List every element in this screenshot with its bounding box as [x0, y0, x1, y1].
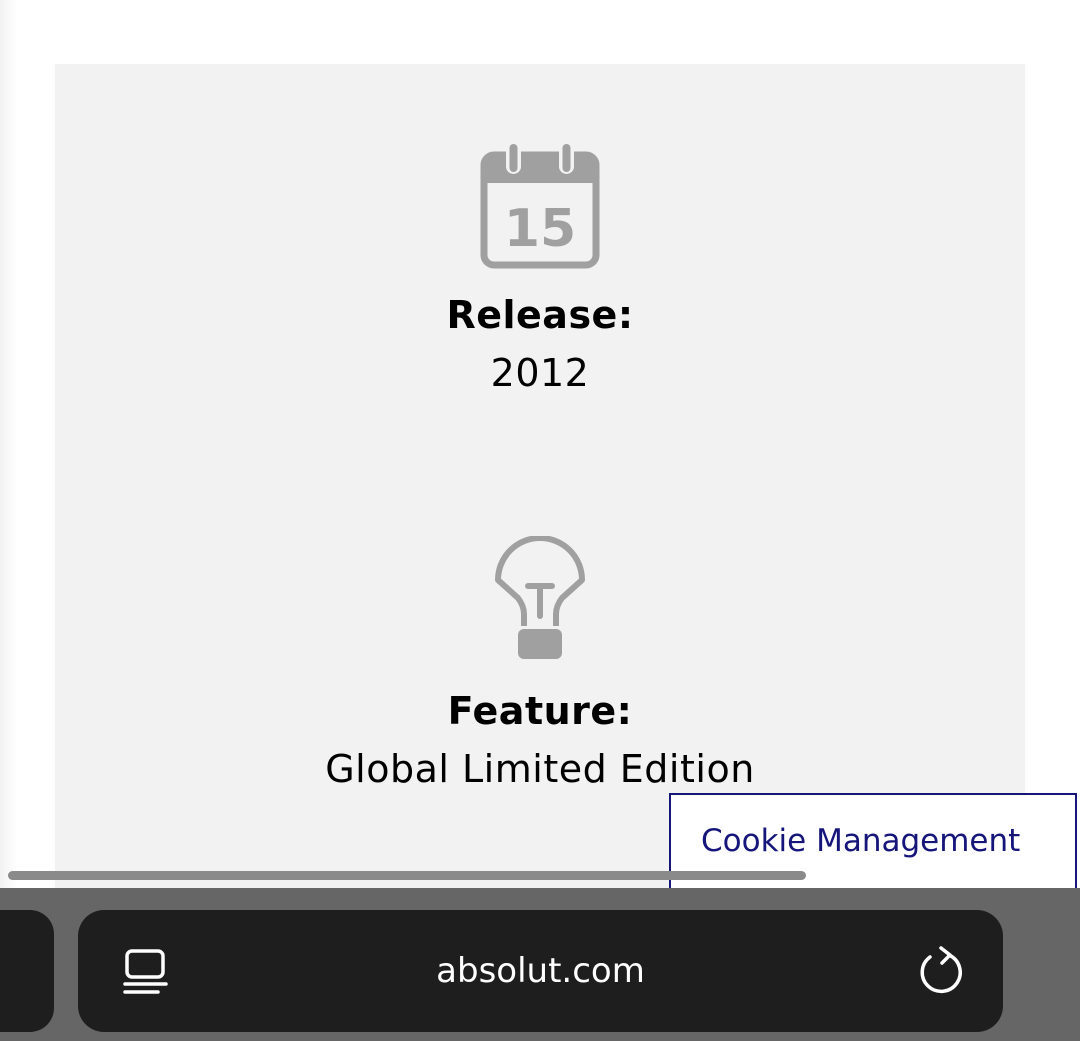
- product-info-panel: 15 Release: 2012 Feature: Global Limited…: [55, 64, 1025, 888]
- previous-tab[interactable]: [0, 910, 54, 1032]
- address-bar[interactable]: absolut.com: [78, 910, 1003, 1032]
- reload-icon[interactable]: [916, 946, 966, 998]
- browser-toolbar: absolut.com: [0, 888, 1080, 1041]
- calendar-icon: 15: [480, 142, 600, 269]
- lightbulb-icon: [495, 536, 585, 659]
- horizontal-scrollbar[interactable]: [8, 871, 806, 880]
- calendar-day: 15: [504, 199, 576, 259]
- release-value: 2012: [490, 351, 590, 395]
- release-info: 15 Release: 2012: [55, 142, 1025, 392]
- feature-value: Global Limited Edition: [325, 747, 755, 791]
- url-text[interactable]: absolut.com: [78, 910, 1003, 1032]
- page-left-edge: [0, 0, 18, 888]
- release-label: Release:: [446, 293, 634, 337]
- feature-info: Feature: Global Limited Edition: [55, 536, 1025, 788]
- feature-label: Feature:: [447, 689, 633, 733]
